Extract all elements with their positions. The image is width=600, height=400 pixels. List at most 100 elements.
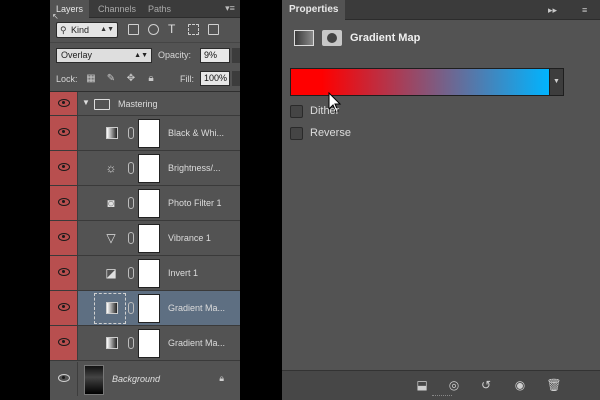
background-layer-row[interactable]: Background 🔒︎ [50,362,240,397]
clip-to-layer-icon[interactable]: ⬓ [414,379,430,391]
mask-icon[interactable] [322,30,342,46]
tab-properties[interactable]: Properties [282,0,346,21]
tab-channels[interactable]: Channels [92,0,142,18]
lock-position-icon[interactable]: ✥ [126,74,136,84]
visibility-toggle[interactable] [50,221,78,255]
kind-filter-select[interactable]: ⚲ Kind ▲▼ [56,22,118,38]
link-icon[interactable] [128,337,134,349]
invert-icon: ◪ [105,266,117,280]
gradient-map-icon [106,302,118,314]
layer-name: Invert 1 [168,268,199,278]
layer-name: Black & Whi... [168,128,225,138]
trash-icon[interactable]: 🗑︎ [546,379,562,391]
adjustment-icon[interactable] [294,30,314,46]
panel-menu-icon[interactable]: ≡ [582,4,587,16]
gradient-map-icon [106,337,118,349]
adjustment-filter-icon[interactable] [148,24,159,35]
lock-transparent-icon[interactable]: ▦ [86,74,96,84]
gradient-picker-dropdown[interactable]: ▼ [550,68,564,96]
panel-menu-icon[interactable]: ▾≡ [224,2,236,14]
visibility-toggle[interactable] [50,116,78,150]
layer-row[interactable]: ▽ Vibrance 1 [50,221,240,256]
reset-icon[interactable]: ↺ [478,379,494,391]
collapse-icon[interactable]: ▸▸ [548,4,557,16]
visibility-toggle[interactable] [50,151,78,185]
link-icon[interactable] [128,162,134,174]
layer-row[interactable]: Black & Whi... [50,116,240,151]
background-layer-name: Background [112,374,161,384]
lock-image-icon[interactable]: ✎ [106,74,116,84]
background-thumbnail [84,365,104,395]
layer-name: Vibrance 1 [168,233,211,243]
layer-mask-thumbnail[interactable] [138,119,160,148]
fill-label: Fill: [180,74,194,84]
vibrance-icon: ▽ [106,231,116,245]
lock-label: Lock: [56,74,78,84]
smart-object-filter-icon[interactable] [208,24,219,35]
visibility-toggle[interactable] [50,291,78,325]
layer-name: Gradient Ma... [168,303,226,313]
properties-title: Gradient Map [350,32,421,44]
layer-row[interactable]: ◪ Invert 1 [50,256,240,291]
dither-label: Dither [310,105,340,117]
folder-icon [94,99,110,110]
resize-grip[interactable] [432,395,452,397]
layer-name: Brightness/... [168,163,221,173]
blend-mode-select[interactable]: Overlay ▲▼ [56,48,152,63]
eye-icon [58,268,70,276]
dither-checkbox[interactable] [290,105,303,118]
layer-row[interactable]: ◙ Photo Filter 1 [50,186,240,221]
layers-tabbar: Layers Channels Paths ▾≡ [50,0,240,19]
disclosure-triangle-icon[interactable]: ▼ [82,98,90,107]
layer-mask-thumbnail[interactable] [138,224,160,253]
chevron-down-icon: ▲▼ [134,52,148,59]
black-white-icon [106,127,118,139]
layer-row[interactable]: Gradient Ma... [50,326,240,361]
kind-filter-label: Kind [71,25,90,35]
pixel-filter-icon[interactable] [128,24,139,35]
opacity-input[interactable]: 9% [200,48,230,63]
layer-mask-thumbnail[interactable] [138,329,160,358]
visibility-toggle[interactable] [50,256,78,290]
type-filter-icon[interactable]: T [168,23,179,35]
layer-mask-thumbnail[interactable] [138,154,160,183]
layer-name: Photo Filter 1 [168,198,222,208]
visibility-eye-icon[interactable]: ◉ [512,379,528,391]
opacity-slider-toggle[interactable] [232,48,240,63]
eye-icon [58,128,70,136]
tab-paths[interactable]: Paths [142,0,177,18]
group-name: Mastering [118,99,158,109]
opacity-label: Opacity: [158,50,192,60]
visibility-toggle[interactable] [50,92,78,115]
reverse-checkbox[interactable] [290,127,303,140]
layer-mask-thumbnail[interactable] [138,259,160,288]
blend-row: Overlay ▲▼ Opacity: 9% [50,42,240,66]
layer-row[interactable]: ☼ Brightness/... [50,151,240,186]
fill-slider-toggle[interactable] [232,71,240,86]
link-icon[interactable] [128,267,134,279]
eye-icon [58,198,70,206]
photo-filter-icon: ◙ [107,196,115,210]
reverse-label: Reverse [310,127,351,139]
shape-filter-icon[interactable] [188,24,199,35]
link-icon[interactable] [128,302,134,314]
link-icon[interactable] [128,127,134,139]
eye-icon [58,99,70,107]
fill-input[interactable]: 100% [200,71,230,86]
link-icon[interactable] [128,197,134,209]
lock-all-icon[interactable]: 🔒︎ [146,74,156,84]
layer-row-selected[interactable]: Gradient Ma... [50,291,240,326]
view-previous-icon[interactable]: ◎ [446,379,462,391]
layer-mask-thumbnail[interactable] [138,294,160,323]
link-icon[interactable] [128,232,134,244]
layer-group-mastering[interactable]: ▼ Mastering [50,92,240,116]
visibility-toggle[interactable] [50,326,78,360]
visibility-toggle[interactable] [50,362,78,396]
layers-panel: Layers Channels Paths ▾≡ ⚲ Kind ▲▼ T Ove… [50,0,240,400]
search-icon: ⚲ [60,25,67,35]
layer-mask-thumbnail[interactable] [138,189,160,218]
visibility-toggle[interactable] [50,186,78,220]
lock-row: Lock: ▦ ✎ ✥ 🔒︎ Fill: 100% [50,66,240,92]
properties-footer: ⬓ ◎ ↺ ◉ 🗑︎ [282,370,600,400]
eye-icon [58,374,70,382]
